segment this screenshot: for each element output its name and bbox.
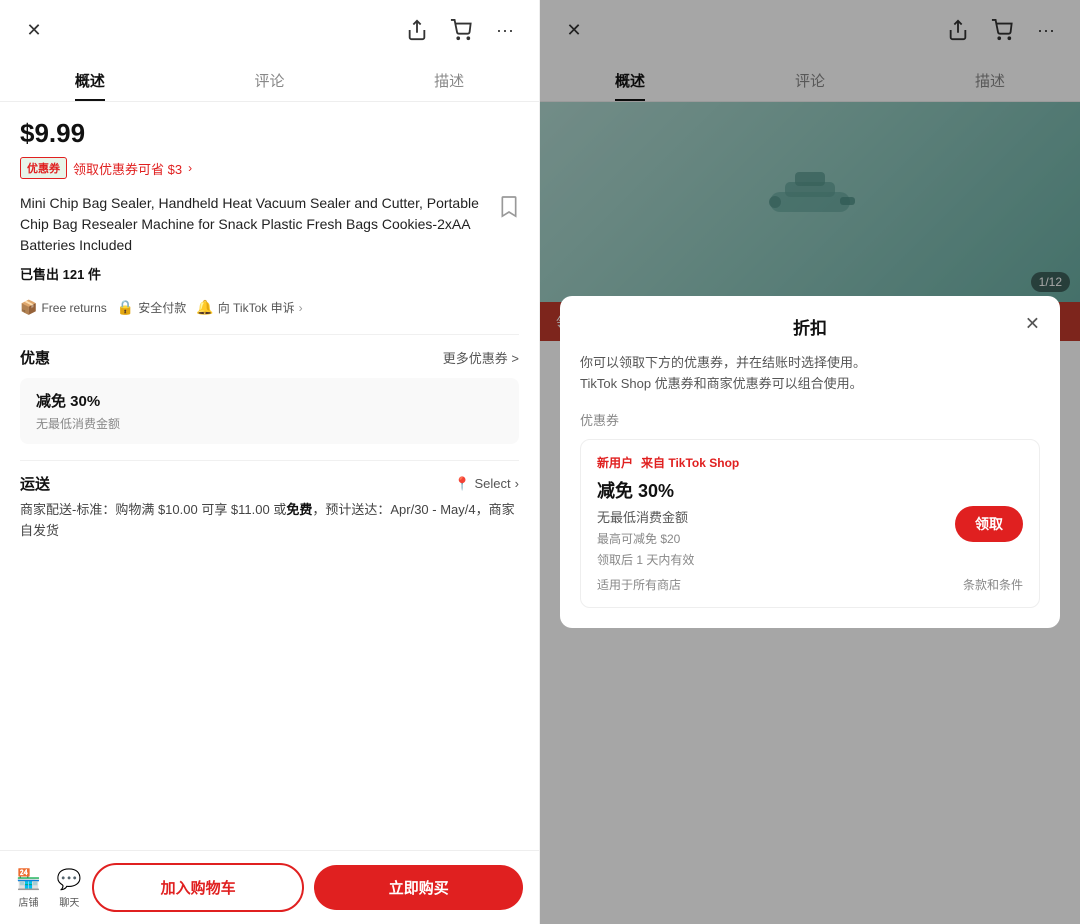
left-top-nav: ✕ ··· [0, 0, 539, 60]
product-title-wrapper: Mini Chip Bag Sealer, Handheld Heat Vacu… [20, 193, 519, 256]
secure-payment-icon: 🔒 [117, 299, 134, 316]
shipping-location-icon: 📍 [454, 476, 470, 492]
coupon-label: 优惠券 [20, 157, 67, 179]
free-returns-icon: 📦 [20, 299, 37, 316]
modal-section-label: 优惠券 [580, 410, 1040, 429]
buy-now-button[interactable]: 立即购买 [314, 865, 523, 910]
complaint-icon: 🔔 [196, 299, 213, 316]
shipping-header: 运送 📍 Select › [20, 473, 519, 494]
claim-coupon-button[interactable]: 领取 [955, 506, 1023, 542]
divider-1 [20, 334, 519, 335]
left-bottom-bar: 🏪 店铺 💬 聊天 加入购物车 立即购买 [0, 850, 539, 924]
divider-2 [20, 460, 519, 461]
left-tabs: 概述 评论 描述 [0, 60, 539, 102]
discount-title: 优惠 [20, 347, 50, 368]
coupon-terms[interactable]: 条款和条件 [963, 576, 1023, 593]
right-panel: ✕ ··· 概述 评论 描述 [540, 0, 1080, 924]
chat-label: 聊天 [59, 894, 79, 909]
coupon-tag[interactable]: 优惠券 领取优惠券可省 $3 › [20, 157, 192, 179]
coupon-text: 领取优惠券可省 $3 [73, 159, 182, 178]
complaint-text: 向 TikTok 申诉 [218, 299, 295, 316]
shipping-select-arrow-icon: › [515, 476, 519, 491]
coupon-item-title: 减免 30% [597, 477, 1023, 503]
left-cart-icon[interactable] [447, 16, 475, 44]
more-coupons-link[interactable]: 更多优惠券 > [443, 348, 519, 367]
coupon-card-title: 减免 30% [36, 390, 503, 411]
modal-body: 你可以领取下方的优惠券，并在结账时选择使用。TikTok Shop 优惠券和商家… [560, 353, 1060, 629]
modal-overlay: 折扣 ✕ 你可以领取下方的优惠券，并在结账时选择使用。TikTok Shop 优… [540, 0, 1080, 924]
coupon-card: 减免 30% 无最低消费金额 [20, 378, 519, 444]
bottom-icons: 🏪 店铺 💬 聊天 [16, 867, 82, 909]
sold-count: 已售出 121 件 [20, 264, 519, 283]
left-tab-reviews[interactable]: 评论 [180, 60, 360, 101]
chat-button[interactable]: 💬 聊天 [57, 867, 82, 909]
coupon-arrow-icon: › [188, 161, 192, 175]
complaint-arrow-icon: › [299, 301, 303, 315]
left-nav-icons-right: ··· [403, 16, 519, 44]
shipping-select[interactable]: 📍 Select › [454, 476, 519, 492]
left-panel: ✕ ··· 概述 评论 描述 $9.99 [0, 0, 540, 924]
coupon-card-subtitle: 无最低消费金额 [36, 415, 503, 432]
coupon-item: 新用户 来自 TikTok Shop 减免 30% 无最低消费金额 最高可减免 … [580, 439, 1040, 608]
product-title: Mini Chip Bag Sealer, Handheld Heat Vacu… [20, 193, 499, 256]
badge-tiktok-complaint[interactable]: 🔔 向 TikTok 申诉 › [196, 299, 302, 316]
secure-payment-text: 安全付款 [138, 299, 186, 316]
discount-section-header: 优惠 更多优惠券 > [20, 347, 519, 368]
coupon-scope: 适用于所有商店 [597, 576, 681, 593]
coupon-validity: 领取后 1 天内有效 [597, 551, 1023, 568]
modal-close-button[interactable]: ✕ [1025, 314, 1040, 335]
modal-description: 你可以领取下方的优惠券，并在结账时选择使用。TikTok Shop 优惠券和商家… [580, 353, 1040, 395]
chat-icon: 💬 [57, 867, 82, 892]
discount-modal: 折扣 ✕ 你可以领取下方的优惠券，并在结账时选择使用。TikTok Shop 优… [560, 296, 1060, 629]
coupon-item-tags: 新用户 来自 TikTok Shop [597, 454, 1023, 471]
left-share-icon[interactable] [403, 16, 431, 44]
modal-header: 折扣 ✕ [560, 296, 1060, 353]
left-close-icon[interactable]: ✕ [20, 16, 48, 44]
tag-from: 来自 TikTok Shop [641, 454, 739, 471]
coupon-item-footer: 适用于所有商店 条款和条件 [597, 576, 1023, 593]
shipping-details: 商家配送-标准：购物满 $10.00 可享 $11.00 或免费，预计送达：Ap… [20, 500, 519, 542]
bookmark-icon[interactable] [499, 195, 519, 225]
store-button[interactable]: 🏪 店铺 [16, 867, 41, 909]
store-icon: 🏪 [16, 867, 41, 892]
badges-row: 📦 Free returns 🔒 安全付款 🔔 向 TikTok 申诉 › [20, 299, 519, 316]
store-label: 店铺 [18, 894, 38, 909]
free-returns-text: Free returns [41, 301, 106, 315]
shipping-section: 运送 📍 Select › 商家配送-标准：购物满 $10.00 可享 $11.… [20, 473, 519, 542]
left-more-icon[interactable]: ··· [491, 16, 519, 44]
product-price: $9.99 [20, 118, 519, 149]
left-tab-overview[interactable]: 概述 [0, 60, 180, 101]
badge-free-returns: 📦 Free returns [20, 299, 107, 316]
modal-title: 折扣 [793, 314, 827, 339]
shipping-title: 运送 [20, 473, 50, 494]
left-content: $9.99 优惠券 领取优惠券可省 $3 › Mini Chip Bag Sea… [0, 102, 539, 850]
left-tab-description[interactable]: 描述 [359, 60, 539, 101]
badge-secure-payment: 🔒 安全付款 [117, 299, 186, 316]
tag-new: 新用户 [597, 454, 633, 471]
add-to-cart-button[interactable]: 加入购物车 [92, 863, 305, 912]
shipping-select-text: Select [475, 476, 511, 491]
